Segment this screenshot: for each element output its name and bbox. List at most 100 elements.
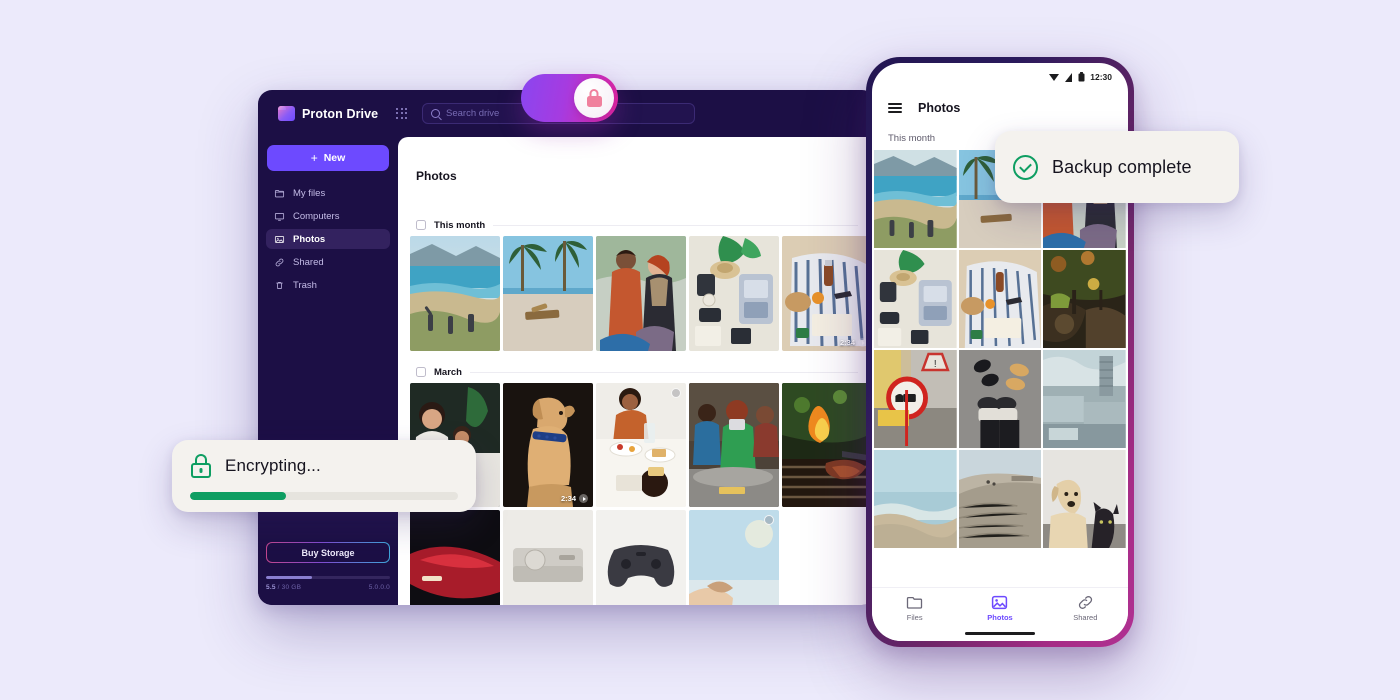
encrypting-progress-fill	[190, 492, 287, 500]
apps-grid-icon[interactable]	[396, 107, 408, 120]
photo-thumbnail-packed-suitcase[interactable]	[689, 236, 779, 351]
bottom-nav-label: Files	[906, 613, 923, 622]
video-duration-badge: 2:34	[840, 338, 867, 347]
phone-photo-sea-shore[interactable]	[874, 450, 957, 548]
link-icon	[275, 258, 284, 266]
monitor-icon	[274, 212, 285, 221]
storage-progress-bar	[266, 576, 390, 579]
storage-usage-text: 5.5 / 30 GB	[266, 584, 301, 591]
hamburger-menu-icon[interactable]	[888, 103, 902, 113]
storage-total-value: 30 GB	[281, 584, 302, 591]
sidebar-item-label: My files	[293, 187, 326, 199]
backup-label: Backup complete	[1052, 156, 1192, 177]
phone-photo-city-skyline[interactable]	[1043, 350, 1126, 448]
phone-photo-coastal-hike[interactable]	[874, 150, 957, 248]
phone-page-title: Photos	[918, 101, 961, 115]
new-button-label: New	[323, 152, 346, 164]
storage-block: Buy Storage 5.5 / 30 GB 5.0.0.0	[266, 542, 390, 591]
photo-thumbnail-game-controller[interactable]	[596, 510, 686, 605]
buy-storage-button[interactable]: Buy Storage	[266, 542, 390, 563]
folder-icon	[907, 596, 923, 609]
phone-app-header: Photos	[872, 89, 1128, 127]
bottom-nav-shared[interactable]: Shared	[1043, 595, 1128, 622]
toggle-knob	[574, 78, 614, 118]
section-header-this-month: This month	[398, 214, 876, 236]
photo-thumbnail-palm-beach[interactable]	[503, 236, 593, 351]
sidebar-item-computers[interactable]: Computers	[266, 206, 390, 226]
image-icon	[274, 235, 285, 243]
storage-used-value: 5.5	[266, 584, 276, 591]
phone-photo-street-sign[interactable]: !	[874, 350, 957, 448]
phone-photo-forest-camp[interactable]	[1043, 250, 1126, 348]
trash-icon	[276, 281, 283, 289]
wifi-icon	[1049, 73, 1060, 81]
photo-select-circle[interactable]	[764, 515, 774, 525]
photo-thumbnail-beach-picnic[interactable]: 2:34	[782, 236, 872, 351]
home-indicator	[965, 632, 1035, 635]
section-select-checkbox[interactable]	[416, 220, 426, 230]
bottom-nav-label: Shared	[1073, 613, 1098, 622]
new-button[interactable]: + New	[267, 145, 389, 171]
phone-status-bar: 12:30	[872, 63, 1128, 89]
svg-text:!: !	[934, 359, 937, 370]
sidebar: + New My files Computers Photos Shared T…	[258, 137, 398, 605]
sidebar-item-trash[interactable]: Trash	[266, 275, 390, 295]
photo-select-circle[interactable]	[671, 388, 681, 398]
section-label: This month	[434, 219, 486, 231]
photo-thumbnail-game-console[interactable]	[503, 510, 593, 605]
video-duration: 2:34	[560, 494, 576, 503]
search-icon	[431, 109, 440, 118]
phone-photo-shoes-pavement[interactable]	[958, 350, 1042, 448]
sidebar-item-label: Photos	[293, 233, 326, 245]
buy-storage-label: Buy Storage	[301, 547, 355, 558]
lock-icon	[190, 454, 212, 478]
photo-thumbnail-red-car[interactable]	[410, 510, 500, 605]
play-icon	[579, 494, 588, 503]
section-header-march: March	[398, 361, 876, 383]
divider	[493, 224, 858, 226]
divider	[469, 371, 858, 373]
toast-header-row: Encrypting...	[190, 454, 458, 478]
photo-thumbnail-coastal-hike[interactable]	[410, 236, 500, 351]
video-duration-badge: 2:34	[561, 494, 588, 503]
sidebar-item-photos[interactable]: Photos	[266, 229, 390, 249]
sidebar-item-label: Computers	[293, 210, 340, 222]
bottom-nav-photos[interactable]: Photos	[957, 595, 1042, 622]
main-content-panel: Photos This month 2:34 March 2:34	[398, 137, 876, 605]
phone-photo-sand-dune[interactable]	[958, 450, 1042, 548]
storage-meta: 5.5 / 30 GB 5.0.0.0	[266, 584, 390, 591]
phone-photo-dog-and-cat[interactable]	[1043, 450, 1126, 548]
phone-photo-beach-picnic[interactable]	[958, 250, 1042, 348]
photo-thumbnail-sunny-window[interactable]	[689, 510, 779, 605]
image-icon	[992, 595, 1008, 610]
photo-thumbnail-brunch-table[interactable]	[596, 383, 686, 507]
sidebar-item-label: Trash	[293, 279, 317, 291]
scene: Proton Drive Search drive + New My files…	[0, 0, 1400, 700]
photo-thumbnail-bbq-grill[interactable]	[782, 383, 872, 507]
sidebar-item-shared[interactable]: Shared	[266, 252, 390, 272]
sidebar-item-my-files[interactable]: My files	[266, 183, 390, 203]
app-brand: Proton Drive	[270, 106, 392, 121]
desktop-app-window: Proton Drive Search drive + New My files…	[258, 90, 876, 605]
phone-photo-grid: !	[872, 150, 1128, 548]
status-bar-time: 12:30	[1090, 72, 1112, 82]
folder-icon	[274, 189, 285, 197]
photo-row: 2:34	[398, 236, 876, 351]
photo-thumbnail-dog-portrait[interactable]: 2:34	[503, 383, 593, 507]
photo-thumbnail-friends-phone[interactable]	[689, 383, 779, 507]
page-title: Photos	[416, 169, 457, 183]
photo-thumbnail-couple-outdoor[interactable]	[596, 236, 686, 351]
section-label: March	[434, 366, 462, 378]
sidebar-item-label: Shared	[293, 256, 324, 268]
plus-icon: +	[310, 151, 318, 165]
signal-icon	[1065, 72, 1073, 82]
section-select-checkbox[interactable]	[416, 367, 426, 377]
encryption-lock-toggle[interactable]	[521, 74, 618, 122]
video-duration: 2:34	[839, 338, 855, 347]
phone-photo-packed-suitcase[interactable]	[874, 250, 957, 348]
encrypting-label: Encrypting...	[225, 456, 321, 475]
bottom-nav-files[interactable]: Files	[872, 595, 957, 622]
sidebar-nav: My files Computers Photos Shared Trash	[266, 183, 390, 295]
bottom-nav-label: Photos	[987, 613, 1013, 622]
app-version: 5.0.0.0	[368, 584, 390, 591]
